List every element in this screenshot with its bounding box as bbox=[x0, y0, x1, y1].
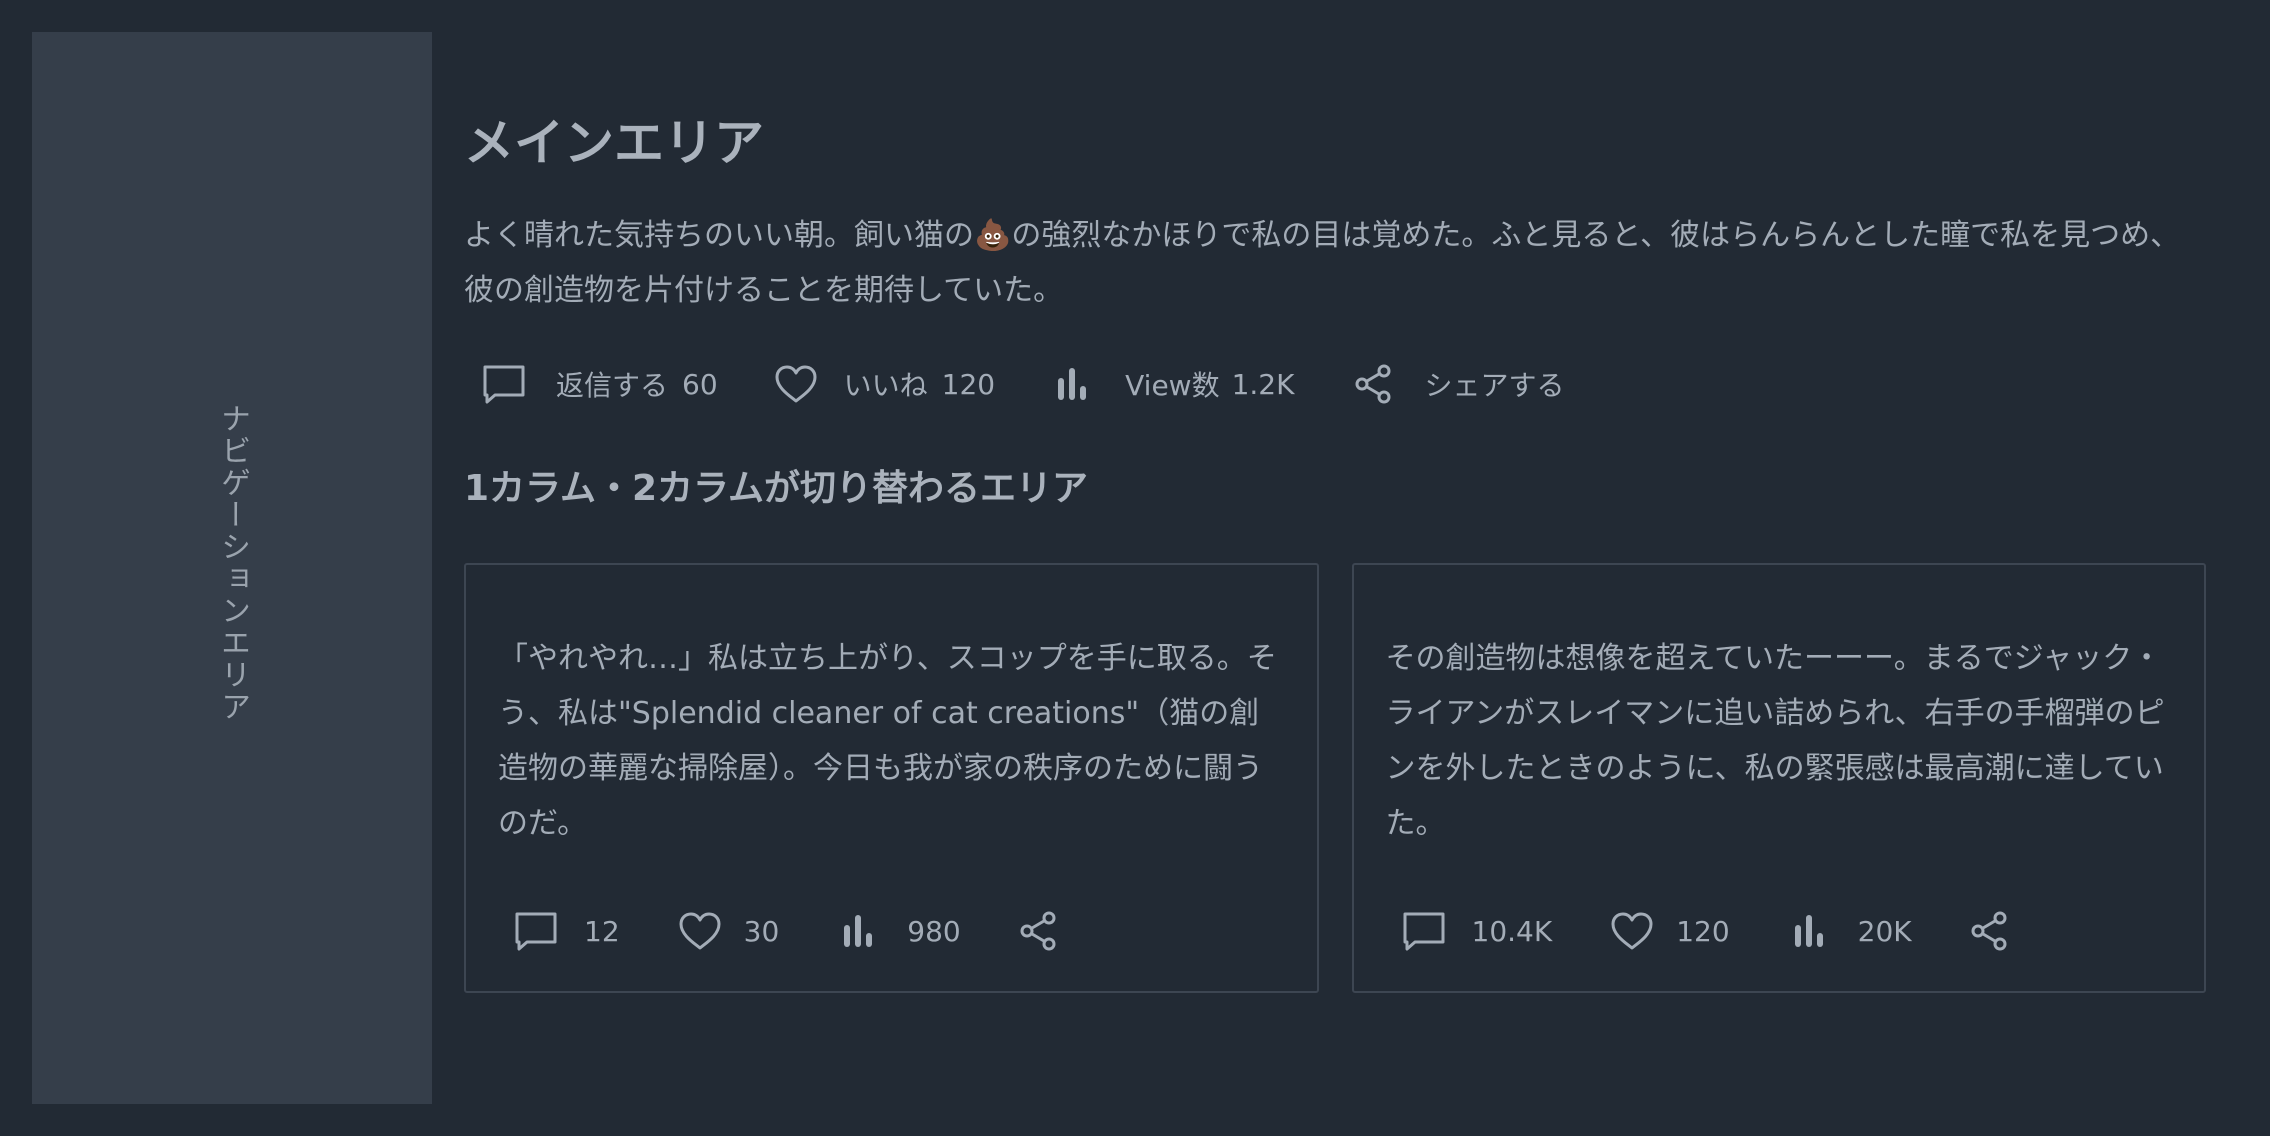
heart-icon bbox=[775, 365, 817, 403]
card-actions: 12 30 980 bbox=[498, 901, 1285, 961]
reply-count: 60 bbox=[682, 367, 718, 401]
card-actions: 10.4K 120 20K bbox=[1386, 901, 2173, 961]
post-card: その創造物は想像を超えていたーーー。まるでジャック・ライアンがスレイマンに追い詰… bbox=[1351, 563, 2206, 993]
like-label: いいね bbox=[843, 369, 928, 402]
navigation-area: ナビゲーションエリア bbox=[32, 32, 432, 1104]
page-layout: ナビゲーションエリア メインエリア よく晴れた気持ちのいい朝。飼い猫の💩の強烈な… bbox=[0, 0, 2270, 1136]
share-label: シェアする bbox=[1424, 369, 1565, 402]
comment-icon bbox=[483, 365, 525, 404]
comment-icon bbox=[1403, 912, 1444, 951]
bar-chart-icon bbox=[1794, 915, 1823, 947]
bar-chart-icon bbox=[844, 915, 873, 947]
reply-button[interactable]: 10.4K bbox=[1402, 911, 1553, 951]
comment-icon bbox=[515, 912, 557, 951]
main-post-body: よく晴れた気持ちのいい朝。飼い猫の💩の強烈なかほりで私の目は覚めた。ふと見ると、… bbox=[464, 218, 2181, 308]
like-count: 120 bbox=[941, 367, 996, 401]
main-post-actions: 返信する 60 いいね 120 View数 1.2K シェアする bbox=[464, 354, 2206, 414]
views-button[interactable]: 20K bbox=[1792, 911, 1912, 951]
card-columns: 「やれやれ…」私は立ち上がり、スコップを手に取る。そう、私は"Splendid … bbox=[464, 563, 2206, 993]
share-icon bbox=[1355, 364, 1391, 404]
like-count: 30 bbox=[743, 914, 780, 948]
share-button[interactable] bbox=[1017, 910, 1059, 952]
like-button[interactable]: 30 bbox=[678, 911, 780, 951]
reply-count: 10.4K bbox=[1471, 914, 1553, 948]
section-title: 1カラム・2カラムが切り替わるエリア bbox=[464, 468, 1088, 509]
reply-button[interactable]: 返信する 60 bbox=[482, 364, 718, 404]
views-button[interactable]: View数 1.2K bbox=[1055, 364, 1294, 404]
reply-label: 返信する bbox=[556, 369, 669, 402]
views-count: 20K bbox=[1857, 914, 1912, 948]
share-button[interactable]: シェアする bbox=[1352, 363, 1564, 405]
main-area: メインエリア よく晴れた気持ちのいい朝。飼い猫の💩の強烈なかほりで私の目は覚めた… bbox=[464, 100, 2206, 993]
card-body: その創造物は想像を超えていたーーー。まるでジャック・ライアンがスレイマンに追い詰… bbox=[1385, 641, 2165, 841]
main-title: メインエリア bbox=[464, 114, 764, 172]
like-button[interactable]: 120 bbox=[1610, 911, 1730, 951]
like-count: 120 bbox=[1676, 914, 1730, 948]
heart-icon bbox=[679, 912, 721, 950]
reply-count: 12 bbox=[584, 914, 620, 948]
like-button[interactable]: いいね 120 bbox=[774, 364, 995, 404]
heart-icon bbox=[1611, 912, 1653, 950]
share-icon bbox=[1971, 911, 2007, 951]
views-label: View数 bbox=[1125, 369, 1220, 402]
views-button[interactable]: 980 bbox=[841, 911, 961, 951]
reply-button[interactable]: 12 bbox=[514, 911, 620, 951]
post-card: 「やれやれ…」私は立ち上がり、スコップを手に取る。そう、私は"Splendid … bbox=[464, 563, 1319, 993]
card-body: 「やれやれ…」私は立ち上がり、スコップを手に取る。そう、私は"Splendid … bbox=[498, 641, 1277, 841]
navigation-label: ナビゲーションエリア bbox=[215, 403, 250, 723]
views-count: 980 bbox=[907, 914, 961, 948]
share-button[interactable] bbox=[1968, 910, 2010, 952]
bar-chart-icon bbox=[1058, 368, 1087, 400]
share-icon bbox=[1020, 911, 1056, 951]
views-count: 1.2K bbox=[1231, 367, 1295, 401]
